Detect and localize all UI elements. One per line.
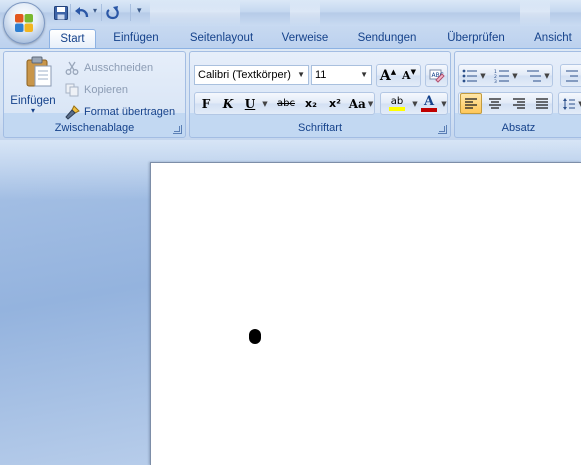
- font-name-combo[interactable]: Calibri (Textkörper) ▼: [194, 65, 309, 85]
- font-group-label: Schriftart: [297, 122, 342, 134]
- paste-button[interactable]: Einfügen ▾: [6, 56, 60, 120]
- tab-start[interactable]: Start: [49, 29, 96, 50]
- tab-ansicht[interactable]: Ansicht: [528, 29, 578, 49]
- underline-button[interactable]: U: [241, 93, 259, 114]
- clipboard-group: Einfügen ▾ Ausschneiden Kopieren Format …: [3, 51, 186, 138]
- copy-button[interactable]: Kopieren: [64, 80, 128, 100]
- grow-font-label: A: [379, 67, 391, 84]
- font-name-dropdown-icon: ▼: [297, 70, 305, 79]
- scissors-icon: [64, 60, 80, 76]
- font-name-value: Calibri (Textkörper): [198, 69, 291, 81]
- decrease-indent-button[interactable]: [563, 65, 581, 86]
- numbered-list-icon: 1 2 3: [494, 69, 510, 83]
- cut-button[interactable]: Ausschneiden: [64, 58, 153, 78]
- format-painter-icon: [64, 104, 80, 120]
- customize-qat-icon[interactable]: ▾: [137, 5, 142, 16]
- tab-ueberpruefen[interactable]: Überprüfen: [441, 29, 511, 49]
- paste-dropdown-icon: ▾: [30, 106, 35, 115]
- office-logo-icon: [15, 14, 33, 32]
- cut-label: Ausschneiden: [84, 62, 154, 74]
- shrink-font-label: A: [402, 69, 411, 82]
- justify-button[interactable]: [531, 93, 553, 114]
- font-color-dropdown-icon[interactable]: ▼: [439, 93, 447, 114]
- save-icon[interactable]: [52, 4, 70, 21]
- font-size-value: 11: [315, 69, 327, 81]
- shrink-arrow-icon: ▼: [410, 67, 416, 76]
- format-painter-label: Format übertragen: [84, 106, 176, 118]
- undo-dropdown-icon[interactable]: ▾: [93, 6, 97, 15]
- bold-button[interactable]: F: [196, 93, 216, 114]
- align-center-button[interactable]: [484, 93, 506, 114]
- svg-text:3: 3: [494, 79, 497, 83]
- align-left-button[interactable]: [460, 93, 482, 114]
- paragraph-group-label: Absatz: [501, 122, 536, 134]
- paste-icon: [26, 56, 52, 87]
- clipboard-dialog-launcher[interactable]: [173, 125, 182, 134]
- grow-arrow-icon: ▲: [390, 67, 397, 76]
- highlight-color-swatch: [389, 107, 405, 111]
- bullets-button[interactable]: ▼: [461, 65, 487, 86]
- line-spacing-button[interactable]: ▼: [560, 93, 581, 114]
- font-color-swatch: [421, 107, 437, 112]
- shrink-font-button[interactable]: A ▼: [399, 65, 419, 86]
- change-case-button[interactable]: Aa ▼: [348, 93, 374, 114]
- italic-button[interactable]: K: [218, 93, 238, 114]
- ribbon: Einfügen ▾ Ausschneiden Kopieren Format …: [0, 48, 581, 140]
- tab-einfuegen[interactable]: Einfügen: [104, 29, 168, 49]
- office-button[interactable]: [3, 2, 45, 44]
- numbering-button[interactable]: 1 2 3 ▼: [493, 65, 519, 86]
- redo-icon[interactable]: [104, 4, 122, 21]
- multilevel-list-button[interactable]: ▼: [525, 65, 551, 86]
- paragraph-group: ▼ 1 2 3 ▼ ▼ ▼ Absatz: [454, 51, 581, 138]
- qat-separator: [101, 4, 102, 21]
- indent-icon: [566, 70, 578, 81]
- grow-font-button[interactable]: A ▲: [378, 65, 398, 86]
- format-painter-button[interactable]: Format übertragen: [64, 102, 175, 122]
- undo-icon[interactable]: [73, 4, 91, 21]
- align-right-icon: [513, 97, 525, 109]
- underline-dropdown-icon[interactable]: ▼: [259, 93, 269, 114]
- title-glass-decoration: [150, 0, 240, 26]
- align-center-icon: [489, 97, 501, 109]
- font-size-combo[interactable]: 11 ▼: [311, 65, 372, 85]
- tab-sendungen[interactable]: Sendungen: [352, 29, 422, 49]
- align-left-icon: [465, 97, 477, 109]
- change-case-label: Aa: [348, 96, 366, 111]
- subscript-button[interactable]: x₂: [300, 93, 322, 114]
- highlight-label: ab: [390, 96, 404, 107]
- qat-separator: [130, 4, 131, 21]
- highlight-button[interactable]: ab: [382, 93, 412, 114]
- copy-icon: [64, 82, 80, 98]
- highlight-dropdown-icon[interactable]: ▼: [410, 93, 418, 114]
- bullet-list-icon: [462, 69, 478, 82]
- copy-label: Kopieren: [84, 84, 129, 96]
- tab-verweise[interactable]: Verweise: [276, 29, 334, 49]
- clear-formatting-button[interactable]: ABC: [426, 65, 447, 86]
- clipboard-group-label: Zwischenablage: [54, 122, 135, 134]
- font-color-label: A: [423, 93, 435, 109]
- line-spacing-icon: [563, 97, 576, 110]
- clear-formatting-icon: ABC: [429, 69, 445, 83]
- superscript-button[interactable]: x²: [324, 93, 346, 114]
- font-color-button[interactable]: A: [419, 93, 439, 114]
- ribbon-tab-strip: Start Einfügen Seitenlayout Verweise Sen…: [0, 26, 581, 50]
- strikethrough-button[interactable]: abc: [274, 93, 298, 114]
- text-cursor: [249, 329, 261, 344]
- title-glass-decoration: [290, 0, 320, 26]
- document-page[interactable]: [150, 162, 581, 465]
- multilevel-list-icon: [527, 70, 542, 81]
- title-bar: ▾ ▾: [0, 0, 581, 26]
- title-glass-decoration: [520, 0, 550, 26]
- font-group: Calibri (Textkörper) ▼ 11 ▼ A ▲ A ▼ ABC F …: [189, 51, 451, 138]
- font-dialog-launcher[interactable]: [438, 125, 447, 134]
- tab-seitenlayout[interactable]: Seitenlayout: [184, 29, 259, 49]
- align-right-button[interactable]: [508, 93, 530, 114]
- qat-separator: [70, 4, 71, 21]
- font-size-dropdown-icon: ▼: [360, 70, 368, 79]
- justify-icon: [536, 97, 548, 109]
